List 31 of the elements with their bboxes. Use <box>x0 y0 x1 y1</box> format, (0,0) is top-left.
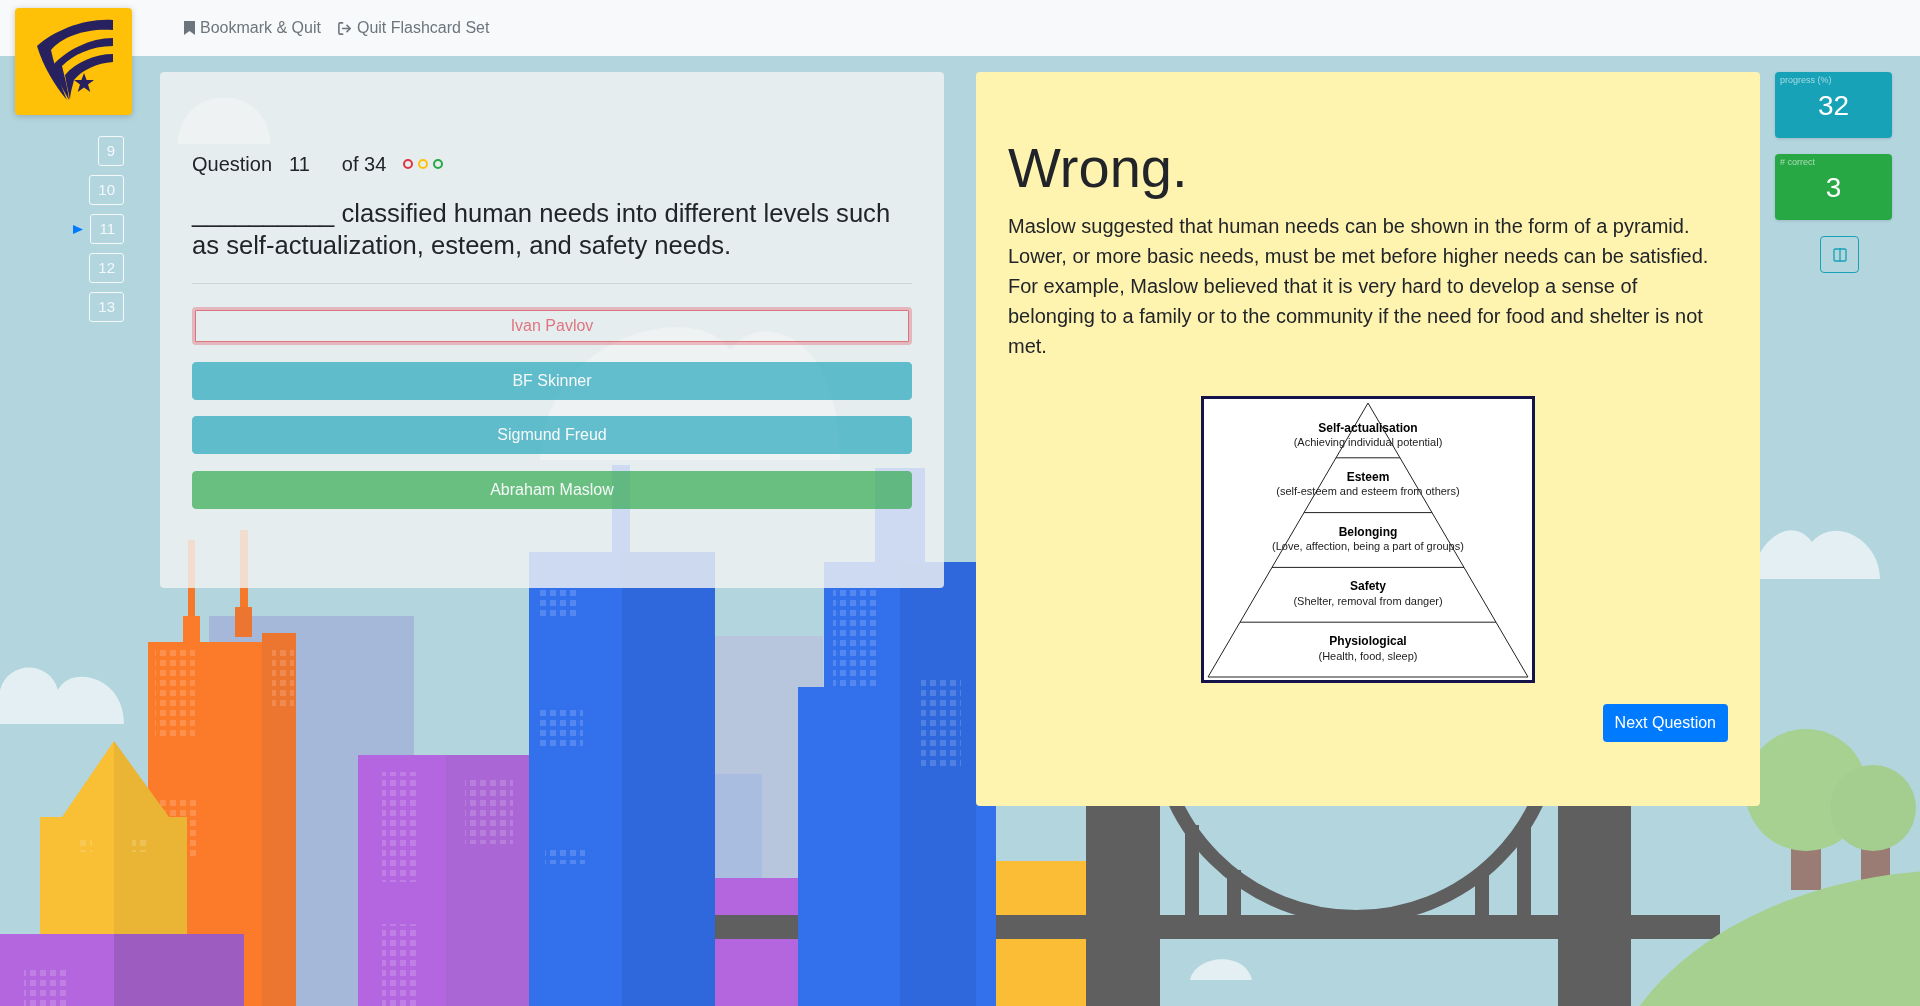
question-number-button[interactable]: 11 <box>90 214 124 244</box>
pyramid-level-description: (Health, food, sleep) <box>1318 649 1418 662</box>
pyramid-level-description: (Shelter, removal from danger) <box>1293 594 1443 607</box>
nav-link[interactable]: Quit Flashcard Set <box>336 16 490 40</box>
pyramid-level-title: Physiological <box>1329 634 1407 649</box>
question-number-button[interactable]: 9 <box>97 136 124 166</box>
question-number-button[interactable]: 13 <box>89 292 124 322</box>
question-number: 11 <box>289 152 310 176</box>
stat-value: 3 <box>1825 172 1842 204</box>
columns-icon <box>1831 246 1848 263</box>
pyramid-level-description: (Love, affection, being a part of groups) <box>1272 540 1464 553</box>
question-number-button[interactable]: 10 <box>89 175 124 205</box>
pyramid-level-title: Safety <box>1350 579 1386 594</box>
pyramid-level-title: Esteem <box>1346 470 1390 485</box>
feedback-title: Wrong. <box>1008 135 1189 201</box>
nav-link[interactable]: Bookmark & Quit <box>184 16 321 40</box>
stat-label: progress (%) <box>1780 74 1832 86</box>
question-label: Question <box>192 152 273 176</box>
bookmark-icon <box>184 21 195 35</box>
logo-icon <box>15 8 132 115</box>
pyramid-level-title: Self-actualisation <box>1318 421 1418 436</box>
stat-label: # correct <box>1780 156 1815 168</box>
layout-toggle-button[interactable] <box>1820 236 1859 273</box>
next-question-button[interactable]: Next Question <box>1602 704 1728 743</box>
question-text: __________ classified human needs into different levels such as self-actualization, esteem, and safety needs. <box>192 198 892 261</box>
question-total: of 34 <box>341 152 387 176</box>
stat-value: 32 <box>1817 90 1850 122</box>
sign-out-icon <box>336 20 352 36</box>
feedback-text: Maslow suggested that human needs can be shown in the form of a pyramid. Lower, or more basic needs, must be met before higher needs can be satisfied. For example, Maslow believed that it is very hard to develop a sense of belonging to a family or to the community if the need for food and shelter is not met. <box>1008 214 1710 360</box>
pyramid-level-title: Belonging <box>1338 524 1398 539</box>
question-number-button[interactable]: 12 <box>89 253 124 283</box>
